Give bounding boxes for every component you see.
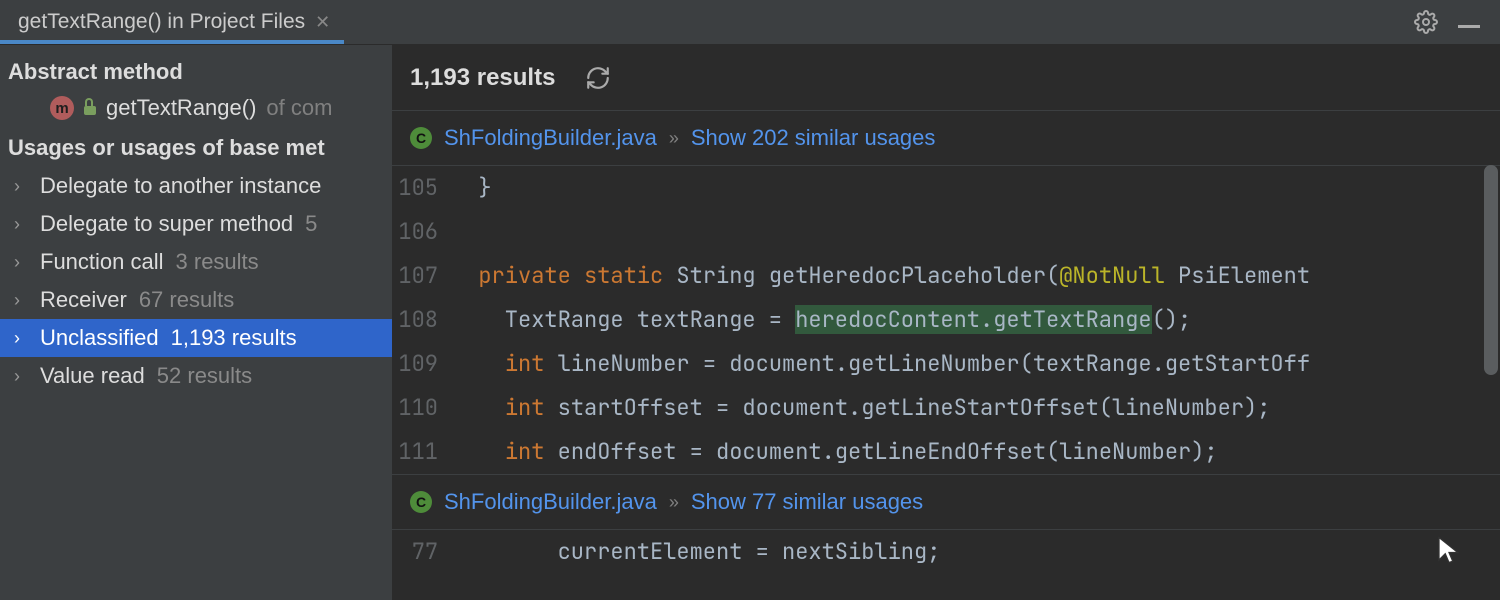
line-number: 77 [392, 530, 452, 574]
chevron-right-icon: › [14, 214, 28, 235]
line-number: 105 [392, 166, 452, 210]
code-text: } [452, 166, 492, 210]
file-link[interactable]: ShFoldingBuilder.java [444, 489, 657, 515]
sidebar-item-label: Delegate to another instance [40, 173, 321, 199]
usage-group-header[interactable]: C ShFoldingBuilder.java » Show 77 similar u… [392, 474, 1500, 530]
sidebar-item-label: Value read [40, 363, 145, 389]
show-similar-link[interactable]: Show 202 similar usages [691, 125, 936, 151]
line-number: 107 [392, 254, 452, 298]
sidebar-item[interactable]: › Delegate to another instance [0, 167, 392, 205]
tab-active-indicator [0, 40, 344, 44]
section-abstract-method: Abstract method [0, 53, 392, 91]
code-preview[interactable]: 105 }106107 private static String getHer… [392, 166, 1500, 474]
tab-title: getTextRange() in Project Files [18, 10, 305, 34]
code-line[interactable]: 110 int startOffset = document.getLineSt… [392, 386, 1500, 430]
line-number: 108 [392, 298, 452, 342]
method-name: getTextRange() [106, 95, 256, 121]
code-line[interactable]: 109 int lineNumber = document.getLineNum… [392, 342, 1500, 386]
close-icon[interactable]: ✕ [315, 12, 330, 33]
usage-group-header[interactable]: C ShFoldingBuilder.java » Show 202 similar … [392, 111, 1500, 166]
chevron-right-icon: › [14, 176, 28, 197]
sidebar-item-label: Receiver [40, 287, 127, 313]
sidebar-item-count: 1,193 results [171, 325, 297, 351]
chevron-double-icon: » [669, 128, 679, 149]
chevron-double-icon: » [669, 492, 679, 513]
sidebar-item[interactable]: › Unclassified 1,193 results [0, 319, 392, 357]
line-number: 109 [392, 342, 452, 386]
minimize-icon[interactable] [1458, 21, 1480, 24]
title-bar: getTextRange() in Project Files ✕ [0, 0, 1500, 45]
chevron-right-icon: › [14, 252, 28, 273]
line-number: 111 [392, 430, 452, 474]
scrollbar[interactable] [1484, 165, 1498, 375]
main-area: Abstract method m getTextRange() of com … [0, 45, 1500, 600]
usages-sidebar: Abstract method m getTextRange() of com … [0, 45, 392, 600]
sidebar-item[interactable]: › Function call 3 results [0, 243, 392, 281]
show-similar-link[interactable]: Show 77 similar usages [691, 489, 923, 515]
section-usages: Usages or usages of base met [0, 129, 392, 167]
code-preview[interactable]: 77 currentElement = nextSibling; [392, 530, 1500, 574]
results-header: 1,193 results [392, 45, 1500, 111]
class-badge-icon: C [410, 127, 432, 149]
method-package-suffix: of com [266, 95, 332, 121]
code-text: int endOffset = document.getLineEndOffse… [452, 430, 1218, 474]
chevron-right-icon: › [14, 328, 28, 349]
sidebar-item-label: Function call [40, 249, 164, 275]
class-badge-icon: C [410, 491, 432, 513]
sidebar-item-count: 67 results [139, 287, 234, 313]
lock-icon [84, 101, 96, 115]
line-number: 106 [392, 210, 452, 254]
code-text: private static String getHeredocPlacehol… [452, 254, 1310, 298]
sidebar-item[interactable]: › Receiver 67 results [0, 281, 392, 319]
toolbar-right [1414, 10, 1500, 34]
method-badge-icon: m [50, 96, 74, 120]
sidebar-item[interactable]: › Value read 52 results [0, 357, 392, 395]
code-line[interactable]: 111 int endOffset = document.getLineEndO… [392, 430, 1500, 474]
code-line[interactable]: 108 TextRange textRange = heredocContent… [392, 298, 1500, 342]
code-text: TextRange textRange = heredocContent.get… [452, 298, 1191, 342]
search-tab[interactable]: getTextRange() in Project Files ✕ [0, 0, 344, 44]
sidebar-item[interactable]: › Delegate to super method 5 [0, 205, 392, 243]
file-link[interactable]: ShFoldingBuilder.java [444, 125, 657, 151]
code-text: int lineNumber = document.getLineNumber(… [452, 342, 1310, 386]
chevron-right-icon: › [14, 290, 28, 311]
sidebar-item-label: Unclassified [40, 325, 159, 351]
sidebar-item-count: 5 [305, 211, 317, 237]
method-signature-row[interactable]: m getTextRange() of com [0, 91, 392, 129]
code-line[interactable]: 107 private static String getHeredocPlac… [392, 254, 1500, 298]
code-line[interactable]: 77 currentElement = nextSibling; [392, 530, 1500, 574]
code-line[interactable]: 105 } [392, 166, 1500, 210]
preview-pane: 1,193 results C ShFoldingBuilder.java » Sho… [392, 45, 1500, 600]
sidebar-item-label: Delegate to super method [40, 211, 293, 237]
code-line[interactable]: 106 [392, 210, 1500, 254]
gear-icon[interactable] [1414, 10, 1438, 34]
sidebar-item-count: 3 results [176, 249, 259, 275]
code-text: currentElement = nextSibling; [452, 530, 940, 574]
sidebar-item-count: 52 results [157, 363, 252, 389]
chevron-right-icon: › [14, 366, 28, 387]
results-count: 1,193 results [410, 64, 555, 92]
refresh-icon[interactable] [585, 65, 611, 91]
line-number: 110 [392, 386, 452, 430]
code-text: int startOffset = document.getLineStartO… [452, 386, 1270, 430]
